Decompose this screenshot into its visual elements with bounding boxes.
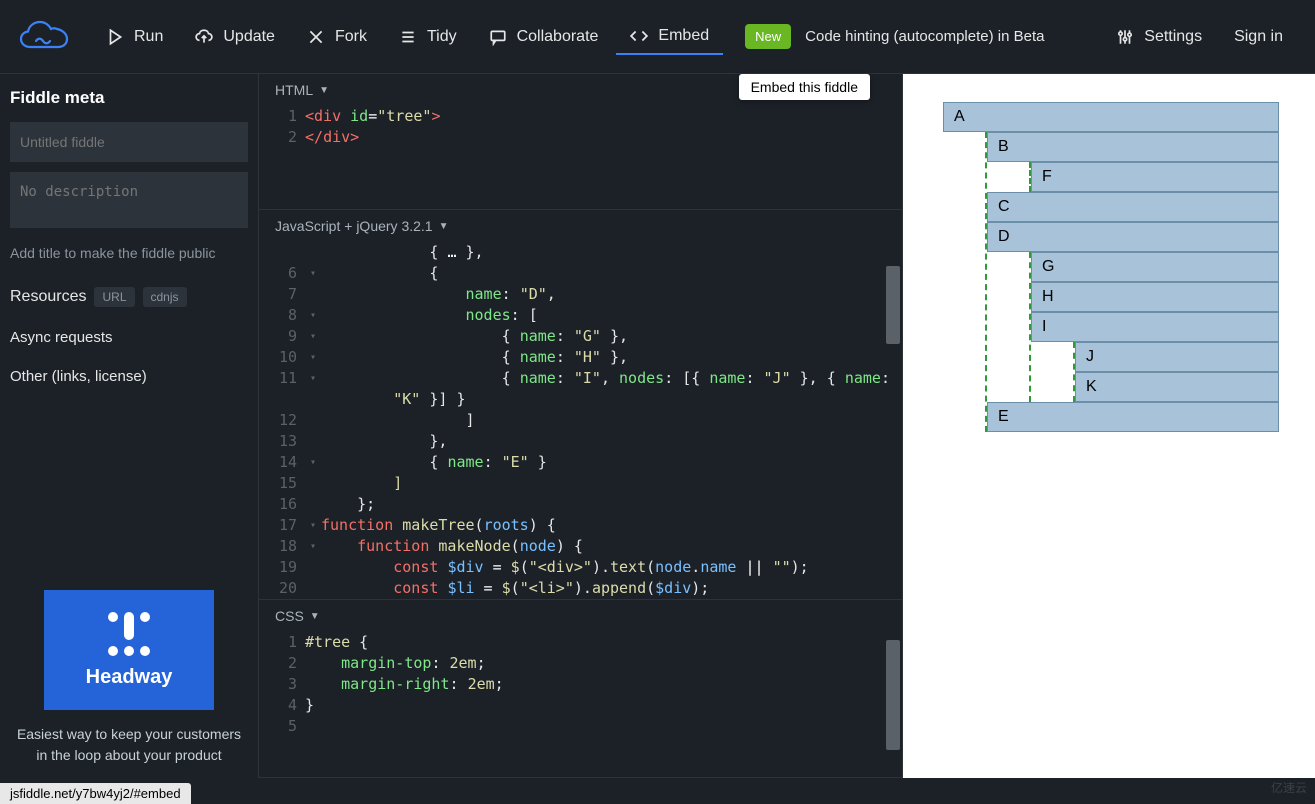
css-scrollbar[interactable] (886, 640, 900, 773)
tree-output: ABFCDGHIJKE (943, 102, 1279, 432)
html-editor[interactable]: 1<div id="tree">2</div> (259, 106, 902, 209)
css-editor[interactable]: 1#tree {2 margin-top: 2em;3 margin-right… (259, 632, 902, 777)
sliders-icon (1116, 28, 1134, 46)
cloud-up-icon (195, 28, 213, 46)
topbar: Run Update Fork Tidy Collaborate Embed N… (0, 0, 1315, 74)
new-badge: New (745, 24, 791, 49)
tree-node: I (1031, 312, 1279, 342)
update-button[interactable]: Update (181, 20, 289, 54)
tree-node: B (987, 132, 1279, 162)
fork-button[interactable]: Fork (293, 20, 381, 54)
signin-label: Sign in (1234, 28, 1283, 46)
chevron-down-icon: ▼ (319, 85, 329, 96)
run-label: Run (134, 28, 163, 46)
signin-button[interactable]: Sign in (1220, 20, 1297, 54)
embed-button[interactable]: Embed (616, 19, 723, 55)
tree-node: G (1031, 252, 1279, 282)
css-pane-header[interactable]: CSS▼ (259, 600, 902, 632)
tidy-label: Tidy (427, 28, 457, 46)
resources-section[interactable]: Resources (10, 288, 86, 306)
settings-button[interactable]: Settings (1102, 20, 1216, 54)
tree-node: K (1075, 372, 1279, 402)
code-icon (630, 27, 648, 45)
tree-node: E (987, 402, 1279, 432)
ad-block[interactable]: Headway Easiest way to keep your custome… (0, 590, 258, 778)
list-icon (399, 28, 417, 46)
result-pane: ABFCDGHIJKE (903, 74, 1315, 778)
embed-tooltip: Embed this fiddle (739, 74, 870, 100)
tree-node: A (943, 102, 1279, 132)
collaborate-button[interactable]: Collaborate (475, 20, 613, 54)
play-icon (106, 28, 124, 46)
jsfiddle-logo[interactable] (18, 16, 70, 58)
chevron-down-icon: ▼ (439, 221, 449, 232)
fiddle-desc-input[interactable] (10, 172, 248, 228)
headway-ad-image: Headway (44, 590, 214, 710)
tidy-button[interactable]: Tidy (385, 20, 471, 54)
tree-node: C (987, 192, 1279, 222)
chat-icon (489, 28, 507, 46)
async-requests-section[interactable]: Async requests (10, 329, 248, 346)
public-hint: Add title to make the fiddle public (10, 245, 248, 261)
editor-column: Embed this fiddle HTML▼ 1<div id="tree">… (258, 74, 903, 778)
code-hinting-link[interactable]: Code hinting (autocomplete) in Beta (805, 28, 1044, 45)
update-label: Update (223, 28, 275, 46)
tree-node: D (987, 222, 1279, 252)
fork-label: Fork (335, 28, 367, 46)
js-scrollbar[interactable] (886, 250, 900, 595)
other-section[interactable]: Other (links, license) (10, 368, 248, 385)
status-bar-url: jsfiddle.net/y7bw4yj2/#embed (0, 783, 191, 804)
js-pane-header[interactable]: JavaScript + jQuery 3.2.1▼ (259, 210, 902, 242)
chevron-down-icon: ▼ (310, 611, 320, 622)
settings-label: Settings (1144, 28, 1202, 46)
url-chip[interactable]: URL (94, 287, 134, 307)
html-pane: Embed this fiddle HTML▼ 1<div id="tree">… (259, 74, 902, 210)
fiddle-title-input[interactable] (10, 122, 248, 162)
cdnjs-chip[interactable]: cdnjs (143, 287, 187, 307)
tree-node: J (1075, 342, 1279, 372)
ad-desc-1: Easiest way to keep your customers (8, 724, 250, 745)
fiddle-meta-title: Fiddle meta (10, 88, 248, 108)
embed-label: Embed (658, 27, 709, 45)
watermark: 亿速云 (1271, 779, 1307, 796)
ad-name: Headway (86, 666, 173, 689)
js-pane: JavaScript + jQuery 3.2.1▼ { … },6▾ {7 n… (259, 210, 902, 600)
collaborate-label: Collaborate (517, 28, 599, 46)
ad-desc-2: in the loop about your product (8, 745, 250, 766)
tree-node: F (1031, 162, 1279, 192)
run-button[interactable]: Run (92, 20, 177, 54)
sidebar: Fiddle meta Add title to make the fiddle… (0, 74, 258, 778)
css-pane: CSS▼ 1#tree {2 margin-top: 2em;3 margin-… (259, 600, 902, 778)
tree-node: H (1031, 282, 1279, 312)
js-editor[interactable]: { … },6▾ {7 name: "D",8▾ nodes: [9▾ { na… (259, 242, 902, 599)
fork-icon (307, 28, 325, 46)
